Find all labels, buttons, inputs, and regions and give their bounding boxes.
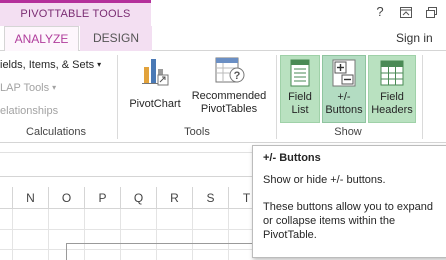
recommended-pivottables-icon: ? (215, 57, 245, 83)
plus-minus-line1: +/- (337, 91, 351, 103)
tooltip-description-line2: or collapse items within the (263, 215, 396, 227)
fields-items-sets-menu[interactable]: ields, Items, & Sets ▾ (0, 59, 101, 71)
relationships-label: elationships (0, 105, 59, 117)
pivotchart-button[interactable]: PivotChart (124, 55, 186, 111)
field-headers-line2: Headers (371, 104, 413, 116)
tab-analyze[interactable]: ANALYZE (4, 26, 79, 52)
pivot-table-border (66, 243, 256, 244)
tooltip-summary: Show or hide +/- buttons. (263, 174, 386, 186)
title-bar: PIVOTTABLE TOOLS ? (0, 0, 446, 26)
column-gridline (228, 209, 229, 260)
svg-text:?: ? (234, 70, 241, 82)
ribbon-body: ields, Items, & Sets ▾ LAP Tools ▾ elation… (0, 51, 446, 143)
plus-minus-icon (332, 59, 356, 87)
column-gridline (192, 209, 193, 260)
restore-window-icon[interactable] (420, 2, 444, 22)
column-header-r[interactable]: R (157, 187, 193, 209)
recommended-pivottables-button[interactable]: ? Recommended PivotTables (186, 55, 272, 116)
plus-minus-line2: Buttons (325, 104, 363, 116)
recommended-line1: Recommended (191, 90, 267, 102)
column-gridline (48, 209, 49, 260)
column-header-partial[interactable] (0, 187, 13, 209)
ribbon-display-options-icon[interactable] (394, 2, 418, 22)
pivotchart-label: PivotChart (129, 98, 181, 110)
tooltip-title: +/- Buttons (263, 152, 321, 164)
chevron-down-icon: ▾ (52, 83, 57, 92)
column-header-n[interactable]: N (13, 187, 49, 209)
field-list-icon (290, 59, 310, 87)
olap-tools-label: LAP Tools (0, 82, 50, 94)
fields-items-sets-label: ields, Items, & Sets (0, 59, 95, 71)
context-tab-group-label: PIVOTTABLE TOOLS (0, 0, 151, 26)
column-header-s[interactable]: S (193, 187, 229, 209)
calculations-group-label: Calculations (26, 126, 86, 138)
ribbon-tab-row: ANALYZE DESIGN Sign in (0, 26, 446, 52)
field-headers-line1: Field (380, 91, 404, 103)
column-gridline (12, 209, 13, 260)
field-list-line1: Field (288, 91, 312, 103)
help-icon[interactable]: ? (368, 2, 392, 22)
column-header-p[interactable]: P (85, 187, 121, 209)
field-list-toggle[interactable]: Field List (280, 55, 320, 123)
tooltip-description-line1: These buttons allow you to expand (263, 201, 434, 213)
show-group-label: Show (334, 126, 362, 138)
pivotchart-icon (142, 59, 169, 86)
plus-minus-buttons-tooltip: +/- Buttons Show or hide +/- buttons. Th… (252, 145, 446, 258)
field-headers-toggle[interactable]: Field Headers (368, 55, 416, 123)
tab-design[interactable]: DESIGN (80, 26, 152, 51)
plus-minus-buttons-toggle[interactable]: +/- Buttons (322, 55, 366, 123)
column-gridline (120, 209, 121, 260)
sign-in-link[interactable]: Sign in (396, 26, 433, 51)
tools-group-label: Tools (184, 126, 210, 138)
tooltip-description-line3: PivotTable. (263, 229, 317, 241)
column-header-q[interactable]: Q (121, 187, 157, 209)
pivot-table-border (66, 243, 67, 260)
relationships-button: elationships (0, 105, 58, 117)
field-headers-icon (380, 60, 404, 86)
chevron-down-icon: ▾ (97, 60, 102, 69)
group-divider (422, 55, 423, 139)
column-header-o[interactable]: O (49, 187, 85, 209)
field-list-line2: List (291, 104, 309, 116)
column-gridline (84, 209, 85, 260)
olap-tools-menu: LAP Tools ▾ (0, 82, 56, 94)
recommended-line2: PivotTables (200, 103, 258, 115)
column-gridline (156, 209, 157, 260)
